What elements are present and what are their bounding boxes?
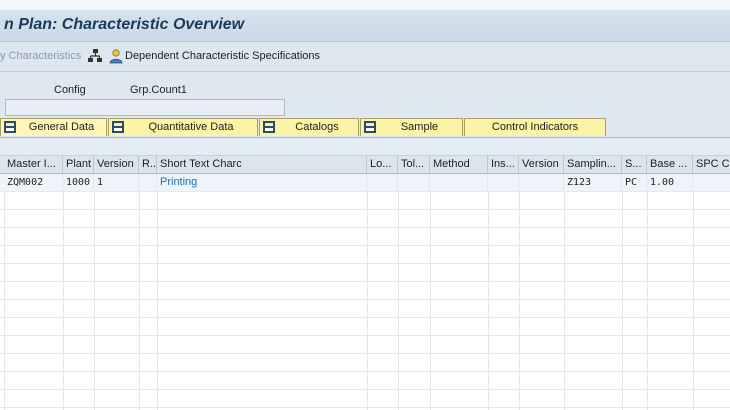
hierarchy-icon[interactable] — [87, 48, 103, 64]
cell-version-2[interactable] — [519, 174, 564, 192]
grid-toolbar-band — [0, 138, 730, 156]
cell-base[interactable]: 1.00 — [647, 174, 693, 192]
cell-master[interactable]: ZQM002 — [4, 174, 63, 192]
grp-count-label: Grp.Count1 — [130, 84, 187, 96]
tab-strip: General Data Quantitative Data Catalogs … — [0, 116, 730, 138]
table-row[interactable] — [0, 336, 730, 354]
tab-sample[interactable]: Sample — [360, 118, 463, 136]
title-bar: n Plan: Characteristic Overview — [0, 11, 730, 42]
column-header-sampling[interactable]: Samplin... — [564, 156, 622, 174]
column-header-short-text[interactable]: Short Text Charc — [157, 156, 367, 174]
table-row[interactable] — [0, 210, 730, 228]
table-row[interactable] — [0, 192, 730, 210]
tab-general-data[interactable]: General Data — [0, 118, 107, 136]
table-row[interactable] — [0, 246, 730, 264]
window-top-strip — [0, 0, 730, 11]
cell-sampling[interactable]: Z123 — [564, 174, 622, 192]
cell-spc[interactable] — [693, 174, 730, 192]
tab-label: Quantitative Data — [148, 121, 234, 133]
dependent-specifications-button[interactable]: Dependent Characteristic Specifications — [125, 50, 320, 62]
column-header-master[interactable]: Master I... — [4, 156, 63, 174]
characteristics-table: Master I... Plant Version R.. Short Text… — [0, 156, 730, 410]
cell-tol[interactable] — [398, 174, 430, 192]
column-header-version-2[interactable]: Version — [519, 156, 564, 174]
table-row[interactable] — [0, 354, 730, 372]
table-header-row: Master I... Plant Version R.. Short Text… — [0, 156, 730, 174]
column-header-version[interactable]: Version — [94, 156, 139, 174]
cell-method[interactable] — [430, 174, 488, 192]
tab-label: Control Indicators — [491, 121, 579, 133]
column-header-lo[interactable]: Lo... — [367, 156, 398, 174]
table-row[interactable] — [0, 228, 730, 246]
tab-document-icon — [112, 121, 124, 133]
table-row[interactable] — [0, 264, 730, 282]
column-header-ins[interactable]: Ins... — [488, 156, 519, 174]
tab-label: Sample — [400, 121, 439, 133]
column-header-r[interactable]: R.. — [139, 156, 157, 174]
column-header-method[interactable]: Method — [430, 156, 488, 174]
cell-short-text-link[interactable]: Printing — [157, 174, 367, 192]
config-label: Config — [54, 84, 86, 96]
tab-document-icon — [263, 121, 275, 133]
tab-control-indicators[interactable]: Control Indicators — [464, 118, 606, 136]
tab-document-icon — [364, 121, 376, 133]
cell-version[interactable]: 1 — [94, 174, 139, 192]
column-header-s[interactable]: S... — [622, 156, 647, 174]
cell-plant[interactable]: 1000 — [63, 174, 94, 192]
table-row[interactable] — [0, 300, 730, 318]
characteristics-button[interactable]: y Characteristics — [0, 50, 81, 62]
tab-label: Catalogs — [295, 121, 339, 133]
table-row[interactable] — [0, 372, 730, 390]
tab-quantitative-data[interactable]: Quantitative Data — [108, 118, 258, 136]
tab-label: General Data — [28, 121, 95, 133]
column-header-base[interactable]: Base ... — [647, 156, 693, 174]
table-row[interactable] — [0, 318, 730, 336]
column-header-spc[interactable]: SPC Cr — [693, 156, 730, 174]
cell-lo[interactable] — [367, 174, 398, 192]
cell-ins[interactable] — [488, 174, 519, 192]
table-row[interactable] — [0, 390, 730, 408]
cell-r[interactable] — [139, 174, 157, 192]
cell-s[interactable]: PC — [622, 174, 647, 192]
table-row[interactable] — [0, 282, 730, 300]
column-header-tol[interactable]: Tol... — [398, 156, 430, 174]
header-input-field[interactable] — [5, 99, 285, 116]
tab-catalogs[interactable]: Catalogs — [259, 118, 359, 136]
person-icon[interactable] — [108, 48, 124, 64]
column-header-plant[interactable]: Plant — [63, 156, 94, 174]
tab-document-icon — [4, 121, 16, 133]
table-row[interactable]: ZQM002 1000 1 Printing Z123 PC 1.00 — [0, 174, 730, 192]
application-toolbar: y Characteristics Dependent Characterist… — [0, 42, 730, 72]
page-title: n Plan: Characteristic Overview — [4, 16, 245, 33]
